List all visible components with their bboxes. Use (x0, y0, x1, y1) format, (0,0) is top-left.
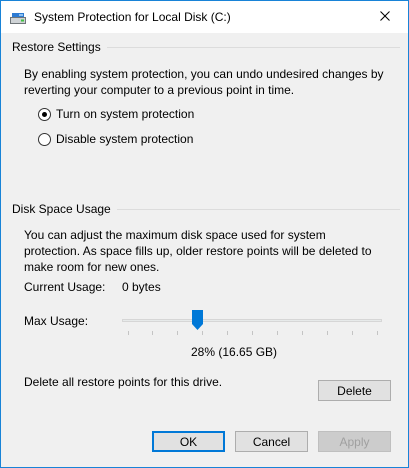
apply-button: Apply (318, 431, 391, 452)
restore-settings-header: Restore Settings (12, 40, 101, 54)
current-usage-value: 0 bytes (122, 280, 161, 294)
slider-tick (376, 331, 378, 335)
close-button[interactable] (362, 1, 408, 33)
slider-tick (301, 331, 303, 335)
radio-button-unchecked[interactable] (38, 132, 51, 146)
slider-tick (177, 331, 179, 335)
restore-settings-group: Restore Settings (12, 39, 400, 55)
radio-label: Turn on system protection (56, 107, 195, 121)
radio-button-checked[interactable] (38, 107, 51, 121)
slider-tick (127, 331, 129, 335)
disk-space-header: Disk Space Usage (12, 202, 111, 216)
dialog-content: Restore Settings By enabling system prot… (1, 33, 408, 467)
slider-tick (326, 331, 328, 335)
current-usage-label: Current Usage: (24, 280, 106, 294)
group-divider (106, 46, 400, 48)
radio-turn-on-protection[interactable]: Turn on system protection (38, 106, 194, 122)
system-protection-dialog: System Protection for Local Disk (C:) Re… (0, 0, 409, 468)
slider-tick (276, 331, 278, 335)
ok-button[interactable]: OK (152, 431, 225, 452)
delete-description: Delete all restore points for this drive… (24, 375, 223, 389)
window-title: System Protection for Local Disk (C:) (34, 10, 231, 24)
cancel-button[interactable]: Cancel (235, 431, 308, 452)
group-divider (116, 208, 400, 210)
slider-tick (152, 331, 154, 335)
drive-icon (10, 12, 26, 24)
title-bar[interactable]: System Protection for Local Disk (C:) (1, 1, 408, 33)
disk-space-group: Disk Space Usage (12, 201, 400, 217)
max-usage-label: Max Usage: (24, 314, 89, 328)
max-usage-value: 28% (16.65 GB) (191, 345, 278, 359)
slider-tick (351, 331, 353, 335)
slider-tick (202, 331, 204, 335)
close-icon (380, 10, 390, 24)
disk-space-description: You can adjust the maximum disk space us… (24, 228, 372, 274)
max-usage-slider-track[interactable] (122, 319, 382, 322)
max-usage-slider-thumb[interactable] (191, 310, 203, 330)
slider-tick (252, 331, 253, 335)
radio-disable-protection[interactable]: Disable system protection (38, 131, 193, 147)
slider-tick (227, 331, 229, 335)
delete-button[interactable]: Delete (318, 380, 391, 401)
restore-settings-description: By enabling system protection, you can u… (24, 67, 384, 97)
radio-label: Disable system protection (56, 132, 194, 146)
